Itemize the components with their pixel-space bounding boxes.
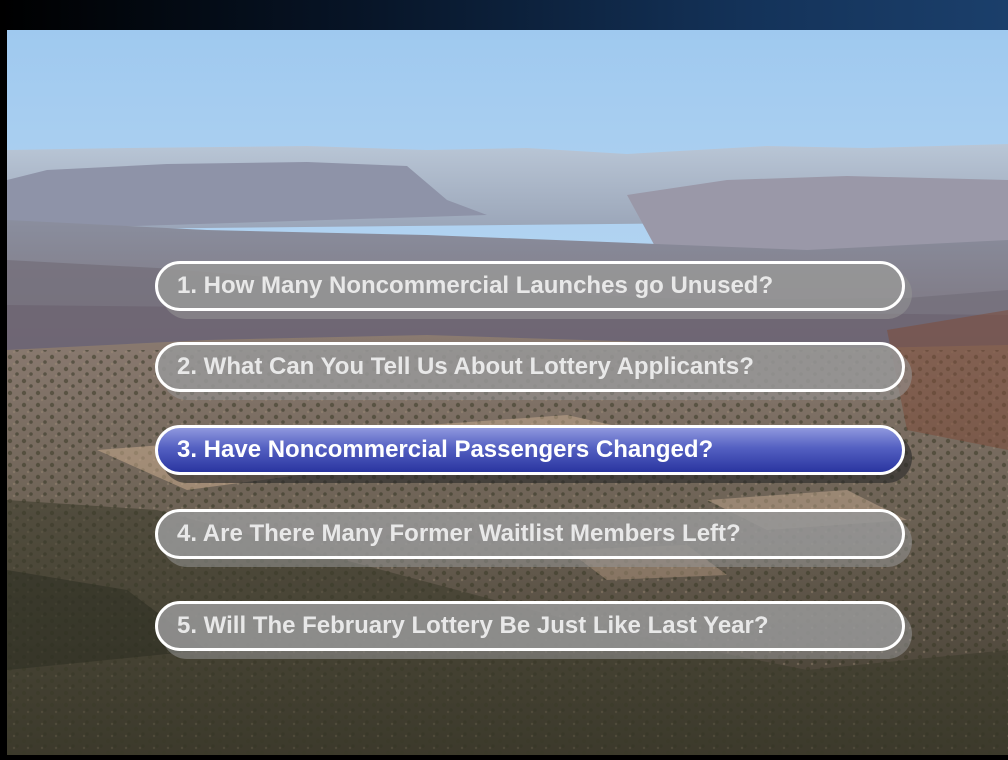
agenda-item-5-button[interactable]: 5. Will The February Lottery Be Just Lik… bbox=[155, 601, 905, 651]
agenda-item-4-button[interactable]: 4. Are There Many Former Waitlist Member… bbox=[155, 509, 905, 559]
agenda-item-1-button[interactable]: 1. How Many Noncommercial Launches go Un… bbox=[155, 261, 905, 311]
agenda-item-2-button[interactable]: 2. What Can You Tell Us About Lottery Ap… bbox=[155, 342, 905, 392]
title-bar bbox=[0, 0, 1008, 30]
slide: 1. How Many Noncommercial Launches go Un… bbox=[0, 0, 1008, 760]
agenda-item-3-button[interactable]: 3. Have Noncommercial Passengers Changed… bbox=[155, 425, 905, 475]
